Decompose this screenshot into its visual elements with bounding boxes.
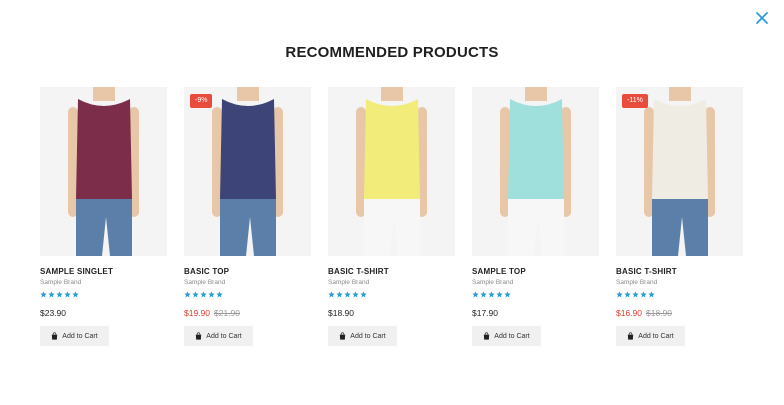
star-icon xyxy=(360,291,367,298)
current-price: $19.90 xyxy=(184,308,210,318)
product-brand[interactable]: Sample Brand xyxy=(472,279,599,286)
product-card[interactable]: SAMPLE TOP Sample Brand $17.90 Add to Cart xyxy=(472,87,599,346)
product-name[interactable]: BASIC T-SHIRT xyxy=(616,267,743,276)
add-to-cart-button[interactable]: Add to Cart xyxy=(616,326,685,346)
product-name[interactable]: BASIC TOP xyxy=(184,267,311,276)
rating-stars xyxy=(40,291,167,299)
old-price: $18.90 xyxy=(646,308,672,318)
product-brand[interactable]: Sample Brand xyxy=(184,279,311,286)
star-icon xyxy=(192,291,199,298)
current-price: $18.90 xyxy=(328,308,354,318)
star-icon xyxy=(648,291,655,298)
close-button[interactable] xyxy=(754,10,770,26)
rating-stars xyxy=(472,291,599,299)
rating-stars xyxy=(328,291,455,299)
product-price: $17.90 xyxy=(472,308,599,318)
star-icon xyxy=(40,291,47,298)
star-icon xyxy=(624,291,631,298)
add-to-cart-label: Add to Cart xyxy=(206,332,242,340)
product-name[interactable]: SAMPLE TOP xyxy=(472,267,599,276)
star-icon xyxy=(344,291,351,298)
star-icon xyxy=(208,291,215,298)
product-brand[interactable]: Sample Brand xyxy=(328,279,455,286)
star-icon xyxy=(72,291,79,298)
add-to-cart-button[interactable]: Add to Cart xyxy=(184,326,253,346)
close-icon xyxy=(756,12,768,24)
rating-stars xyxy=(184,291,311,299)
product-brand[interactable]: Sample Brand xyxy=(616,279,743,286)
add-to-cart-button[interactable]: Add to Cart xyxy=(328,326,397,346)
shopping-bag-icon xyxy=(340,332,346,340)
add-to-cart-button[interactable]: Add to Cart xyxy=(472,326,541,346)
product-card[interactable]: BASIC T-SHIRT Sample Brand $18.90 Add to Ca… xyxy=(328,87,455,346)
star-icon xyxy=(48,291,55,298)
product-image[interactable] xyxy=(472,87,599,256)
rating-stars xyxy=(616,291,743,299)
product-name[interactable]: SAMPLE SINGLET xyxy=(40,267,167,276)
product-price: $16.90 $18.90 xyxy=(616,308,743,318)
star-icon xyxy=(336,291,343,298)
old-price: $21.90 xyxy=(214,308,240,318)
product-image[interactable] xyxy=(328,87,455,256)
add-to-cart-label: Add to Cart xyxy=(638,332,674,340)
star-icon xyxy=(488,291,495,298)
star-icon xyxy=(504,291,511,298)
star-icon xyxy=(496,291,503,298)
shopping-bag-icon xyxy=(52,332,58,340)
star-icon xyxy=(480,291,487,298)
star-icon xyxy=(640,291,647,298)
product-price: $19.90 $21.90 xyxy=(184,308,311,318)
star-icon xyxy=(216,291,223,298)
product-card[interactable]: -9% BASIC TOP Sample Brand $19.90 $21.90 Add … xyxy=(184,87,311,346)
star-icon xyxy=(328,291,335,298)
product-card[interactable]: SAMPLE SINGLET Sample Brand $23.90 Add to C… xyxy=(40,87,167,346)
star-icon xyxy=(184,291,191,298)
product-price: $23.90 xyxy=(40,308,167,318)
shopping-bag-icon xyxy=(484,332,490,340)
product-image[interactable]: -11% xyxy=(616,87,743,256)
add-to-cart-label: Add to Cart xyxy=(62,332,98,340)
star-icon xyxy=(472,291,479,298)
add-to-cart-label: Add to Cart xyxy=(494,332,530,340)
product-image[interactable]: -9% xyxy=(184,87,311,256)
current-price: $23.90 xyxy=(40,308,66,318)
discount-badge: -9% xyxy=(190,94,213,108)
product-card[interactable]: -11% BASIC T-SHIRT Sample Brand $16.90 $18.9… xyxy=(616,87,743,346)
current-price: $16.90 xyxy=(616,308,642,318)
product-price: $18.90 xyxy=(328,308,455,318)
shopping-bag-icon xyxy=(196,332,202,340)
star-icon xyxy=(200,291,207,298)
product-name[interactable]: BASIC T-SHIRT xyxy=(328,267,455,276)
product-image[interactable] xyxy=(40,87,167,256)
product-brand[interactable]: Sample Brand xyxy=(40,279,167,286)
star-icon xyxy=(632,291,639,298)
add-to-cart-label: Add to Cart xyxy=(350,332,386,340)
discount-badge: -11% xyxy=(622,94,648,108)
star-icon xyxy=(616,291,623,298)
star-icon xyxy=(352,291,359,298)
current-price: $17.90 xyxy=(472,308,498,318)
add-to-cart-button[interactable]: Add to Cart xyxy=(40,326,109,346)
star-icon xyxy=(56,291,63,298)
product-grid: SAMPLE SINGLET Sample Brand $23.90 Add to C… xyxy=(40,87,744,367)
modal-title: RECOMMENDED PRODUCTS xyxy=(285,44,499,61)
star-icon xyxy=(64,291,71,298)
shopping-bag-icon xyxy=(628,332,634,340)
